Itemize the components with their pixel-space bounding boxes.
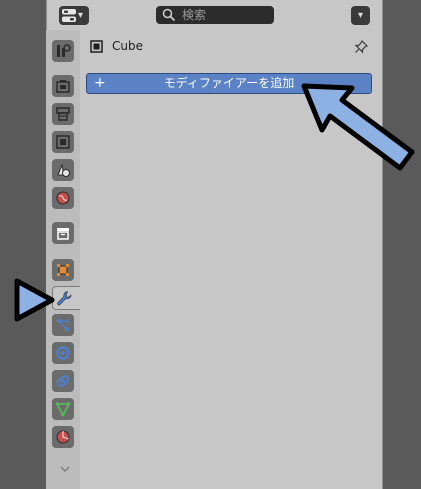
annotation-arrow-icon (301, 83, 415, 171)
tab-data[interactable] (52, 398, 74, 420)
tab-world[interactable] (52, 187, 74, 209)
tab-output[interactable] (52, 103, 74, 125)
mesh-object-icon (90, 40, 103, 53)
search-placeholder: 検索 (182, 8, 207, 22)
tab-modifier[interactable] (52, 286, 80, 310)
pin-icon[interactable] (354, 40, 368, 54)
world-icon (56, 191, 70, 205)
mesh-data-icon (55, 402, 71, 417)
tool-icon (57, 44, 71, 57)
wrench-icon (57, 291, 72, 306)
constraints-icon (56, 375, 70, 387)
tab-collection[interactable] (52, 222, 74, 244)
physics-icon (56, 346, 70, 360)
collection-icon (57, 228, 69, 240)
particles-icon (56, 318, 70, 332)
tab-view-layer[interactable] (52, 131, 74, 153)
tab-scene[interactable] (52, 159, 74, 181)
chevron-down-icon[interactable] (58, 462, 72, 476)
chevron-down-icon: ▾ (357, 10, 364, 21)
search-icon (162, 8, 176, 22)
view-layer-icon (56, 135, 70, 149)
editor-type-button[interactable]: ▾ (59, 6, 89, 25)
tab-render[interactable] (52, 75, 74, 97)
object-name: Cube (112, 39, 143, 53)
annotation-triangle-icon (14, 278, 55, 322)
tab-constraints[interactable] (52, 370, 74, 392)
render-icon (56, 80, 70, 93)
tab-physics[interactable] (52, 342, 74, 364)
search-input[interactable]: 検索 (156, 6, 274, 24)
tab-tool[interactable] (52, 40, 74, 62)
tab-material[interactable] (52, 426, 74, 448)
properties-editor-icon (62, 9, 76, 22)
object-icon (57, 264, 69, 276)
scene-icon (57, 163, 70, 177)
material-icon (56, 430, 70, 444)
output-icon (56, 107, 70, 121)
options-dropdown-button[interactable]: ▾ (351, 6, 370, 25)
chevron-down-icon: ▾ (78, 10, 84, 21)
